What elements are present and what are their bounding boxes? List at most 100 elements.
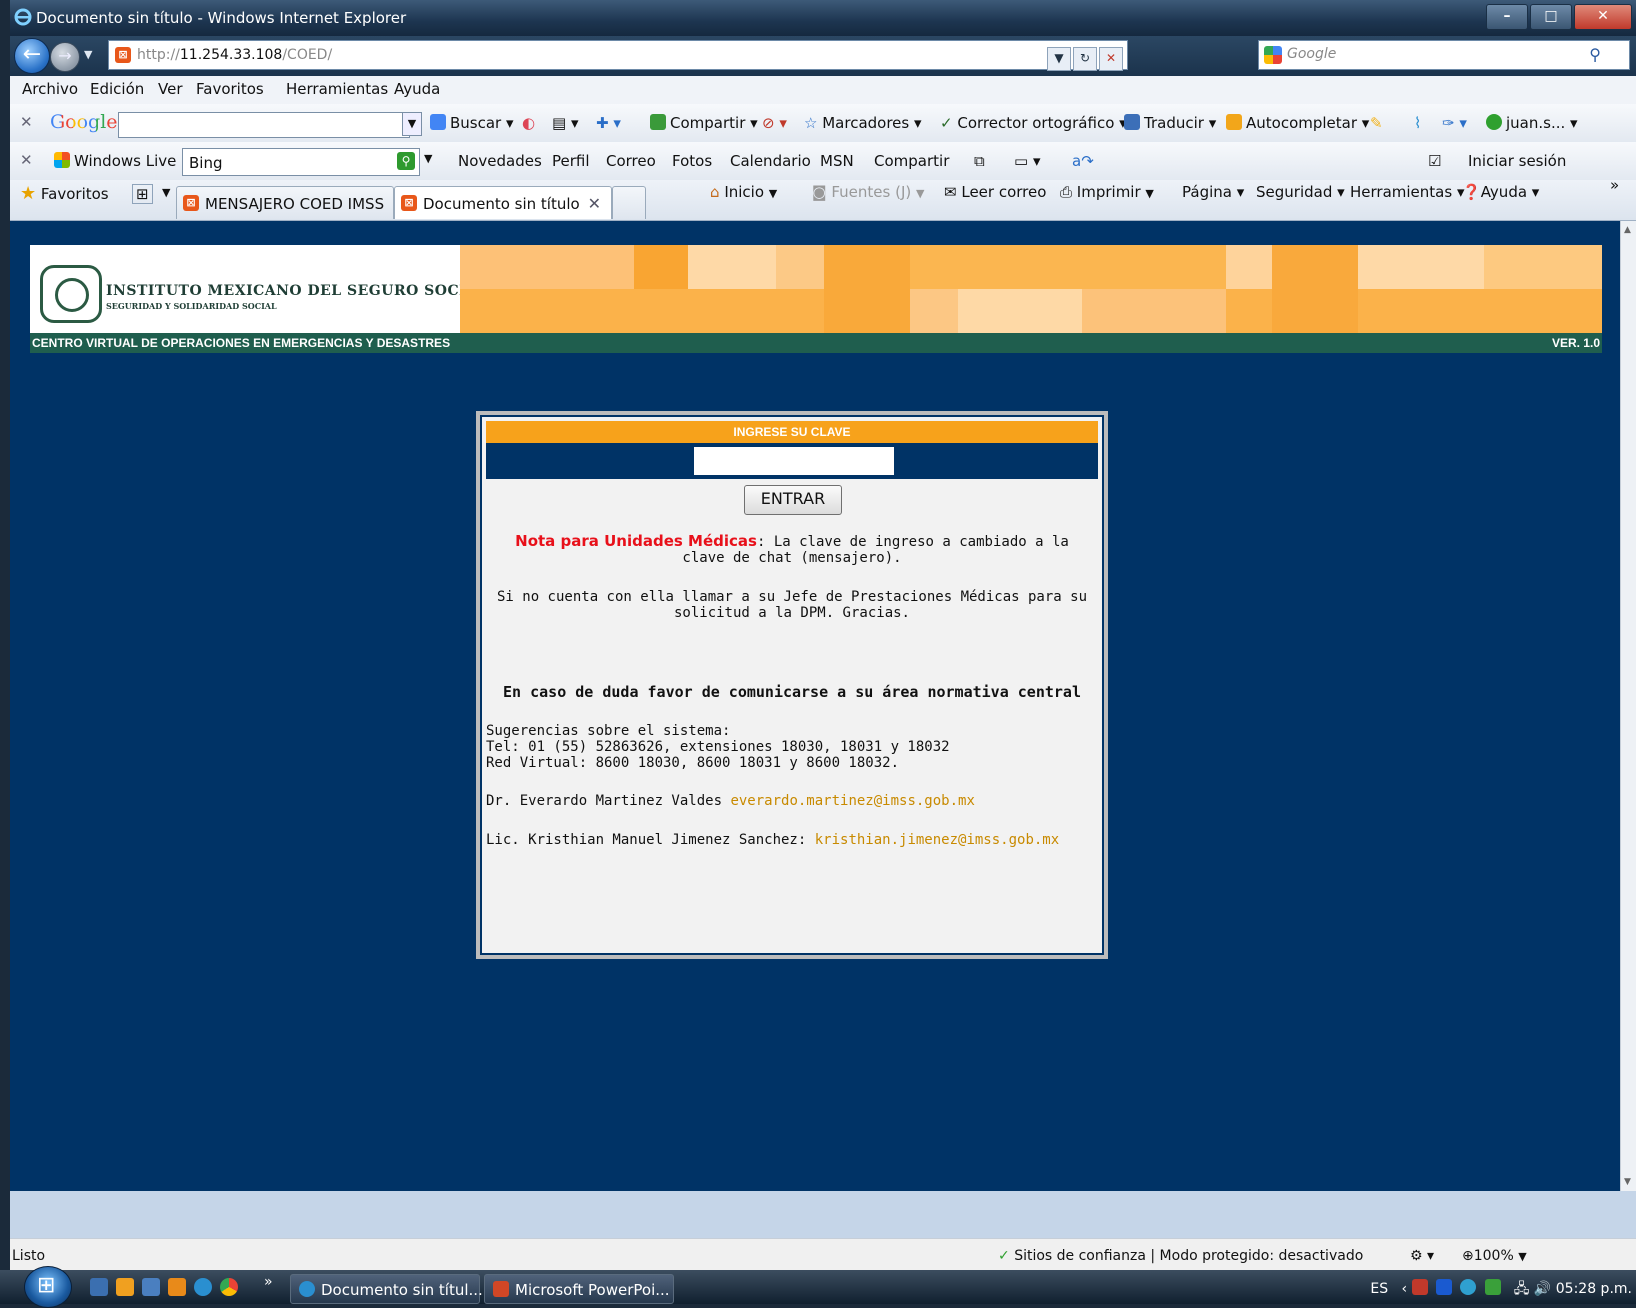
quick-tabs-icon[interactable]: ⊞	[132, 184, 153, 204]
scroll-up-icon[interactable]: ▲	[1624, 225, 1631, 235]
quicklaunch-clock-icon[interactable]	[116, 1278, 134, 1296]
live-link-novedades[interactable]: Novedades	[458, 152, 542, 170]
password-input[interactable]	[694, 447, 894, 475]
address-url[interactable]: http://11.254.33.108/COED/	[137, 47, 332, 63]
maximize-button[interactable]: □	[1530, 4, 1572, 30]
bing-search-input[interactable]: Bing ⚲	[182, 148, 420, 176]
quicklaunch-window-icon[interactable]	[142, 1278, 160, 1296]
back-button[interactable]: ←	[14, 38, 50, 74]
share-page-icon[interactable]: ⧉	[974, 152, 985, 170]
onenote-icon[interactable]: ▭ ▾	[1014, 152, 1040, 170]
network-icon[interactable]: 🖧	[1514, 1281, 1530, 1297]
tab-mensajero[interactable]: ⊠ MENSAJERO COED IMSS	[176, 186, 394, 219]
marcadores-button[interactable]: ☆ Marcadores ▾	[804, 114, 922, 132]
herramientas-menu[interactable]: Herramientas ▾	[1350, 183, 1464, 201]
live-link-compartir[interactable]: Compartir	[874, 152, 949, 170]
checkbox-icon[interactable]: ☑	[1428, 152, 1441, 170]
wrench-icon[interactable]: ✑ ▾	[1442, 114, 1467, 132]
iniciar-sesion-link[interactable]: Iniciar sesión	[1468, 152, 1566, 170]
leer-correo-button[interactable]: ✉ Leer correo	[944, 183, 1046, 201]
start-button[interactable]	[24, 1266, 72, 1308]
language-indicator[interactable]: ES	[1370, 1281, 1388, 1297]
inicio-button[interactable]: ⌂ Inicio ▼	[710, 183, 777, 201]
corrector-button[interactable]: ✓ Corrector ortográfico ▾	[940, 114, 1127, 132]
address-bar[interactable]: ⊠ http://11.254.33.108/COED/ ▼ ↻ ✕	[108, 40, 1128, 71]
close-live-toolbar-icon[interactable]: ✕	[20, 151, 33, 169]
tray-antivirus-icon[interactable]	[1484, 1279, 1501, 1295]
minimize-button[interactable]: –	[1486, 4, 1528, 30]
popup-blocker-icon[interactable]: ⊘ ▾	[762, 114, 787, 132]
taskbar-powerpoint-window[interactable]: Microsoft PowerPoi...	[484, 1274, 674, 1304]
tray-media-icon[interactable]	[1435, 1279, 1452, 1295]
search-box[interactable]: Google ⚲	[1258, 40, 1630, 70]
live-link-perfil[interactable]: Perfil	[552, 152, 590, 170]
security-zone[interactable]: ✓ Sitios de confianza | Modo protegido: …	[998, 1248, 1363, 1264]
translator-icon[interactable]: a↷	[1072, 152, 1094, 170]
menu-ayuda[interactable]: Ayuda	[394, 80, 440, 98]
clock[interactable]: 05:28 p.m.	[1556, 1281, 1632, 1297]
ayuda-menu[interactable]: ❓Ayuda ▾	[1462, 183, 1539, 201]
stop-icon[interactable]: ✕	[1099, 47, 1123, 71]
zoom-control[interactable]: ⊕100% ▼	[1462, 1248, 1527, 1264]
vertical-scrollbar[interactable]: ▲ ▼	[1620, 221, 1636, 1191]
bing-search-icon[interactable]: ⚲	[397, 152, 415, 170]
menu-favoritos[interactable]: Favoritos	[196, 80, 264, 98]
quicklaunch-chrome-icon[interactable]	[220, 1278, 238, 1296]
tray-network-globe-icon[interactable]	[1460, 1279, 1477, 1295]
taskbar-ie-window[interactable]: Documento sin títul...	[290, 1274, 483, 1304]
menu-herramientas[interactable]: Herramientas	[286, 80, 388, 98]
compartir-button[interactable]: Compartir ▾	[650, 114, 758, 132]
tab-list-dropdown-icon[interactable]: ▼	[162, 186, 170, 199]
google-search-dropdown-icon[interactable]: ▼	[402, 112, 422, 136]
pagina-menu[interactable]: Página ▾	[1182, 183, 1244, 201]
live-link-fotos[interactable]: Fotos	[672, 152, 712, 170]
user-account-button[interactable]: juan.s... ▾	[1486, 114, 1578, 132]
plus-icon[interactable]: ✚ ▾	[596, 114, 621, 132]
pagerank-icon[interactable]: ◐	[522, 114, 535, 132]
close-toolbar-icon[interactable]: ✕	[20, 113, 33, 131]
forward-button[interactable]: →	[50, 42, 80, 72]
imss-seal-icon	[40, 265, 102, 323]
news-icon[interactable]: ▤ ▾	[552, 114, 578, 132]
live-link-calendario[interactable]: Calendario	[730, 152, 811, 170]
live-link-correo[interactable]: Correo	[606, 152, 656, 170]
close-tab-icon[interactable]: ✕	[588, 194, 601, 213]
seguridad-menu[interactable]: Seguridad ▾	[1256, 183, 1345, 201]
more-commands-icon[interactable]: »	[1610, 176, 1619, 194]
quicklaunch-ie-icon[interactable]	[194, 1278, 212, 1296]
refresh-icon[interactable]: ↻	[1073, 47, 1097, 71]
tray-expand-icon[interactable]: ‹	[1401, 1281, 1407, 1297]
fuentes-button[interactable]: ◙ Fuentes (J) ▼	[812, 183, 924, 201]
menu-edicion[interactable]: Edición	[90, 80, 144, 98]
search-icon[interactable]: ⚲	[1589, 45, 1601, 64]
panel-title: INGRESE SU CLAVE	[486, 421, 1098, 443]
entrar-button[interactable]: ENTRAR	[744, 485, 842, 515]
live-link-msn[interactable]: MSN	[820, 152, 854, 170]
contact-2-email-link[interactable]: kristhian.jimenez@imss.gob.mx	[815, 832, 1059, 848]
bing-dropdown-icon[interactable]: ▼	[424, 152, 432, 165]
address-dropdown-icon[interactable]: ▼	[1047, 47, 1071, 71]
wifi-icon[interactable]: ⌇	[1414, 114, 1421, 132]
note-secondary: Si no cuenta con ella llamar a su Jefe d…	[496, 589, 1087, 621]
scroll-down-icon[interactable]: ▼	[1624, 1177, 1631, 1187]
menu-ver[interactable]: Ver	[158, 80, 183, 98]
history-dropdown-icon[interactable]: ▼	[84, 48, 92, 61]
autocompletar-button[interactable]: Autocompletar ▾	[1226, 114, 1369, 132]
menu-archivo[interactable]: Archivo	[22, 80, 78, 98]
favoritos-button[interactable]: ★ Favoritos	[20, 183, 109, 204]
contact-1-email-link[interactable]: everardo.martinez@imss.gob.mx	[730, 793, 974, 809]
tray-app-icon[interactable]	[1411, 1279, 1428, 1295]
imprimir-button[interactable]: ⎙ Imprimir ▼	[1060, 183, 1154, 201]
tab-documento[interactable]: ⊠ Documento sin título ✕	[394, 186, 612, 219]
highlighter-icon[interactable]: ✎	[1370, 114, 1383, 132]
new-tab-button[interactable]	[612, 186, 646, 219]
show-desktop-icon[interactable]	[90, 1278, 108, 1296]
traducir-button[interactable]: Traducir ▾	[1124, 114, 1216, 132]
google-search-input[interactable]	[118, 112, 410, 138]
volume-icon[interactable]: 🔊	[1534, 1281, 1551, 1297]
quicklaunch-media-icon[interactable]	[168, 1278, 186, 1296]
protected-mode-icon[interactable]: ⚙ ▾	[1410, 1248, 1434, 1264]
quicklaunch-more-icon[interactable]: »	[264, 1274, 273, 1290]
buscar-button[interactable]: Buscar ▾	[430, 114, 514, 132]
close-window-button[interactable]: ✕	[1574, 4, 1632, 30]
